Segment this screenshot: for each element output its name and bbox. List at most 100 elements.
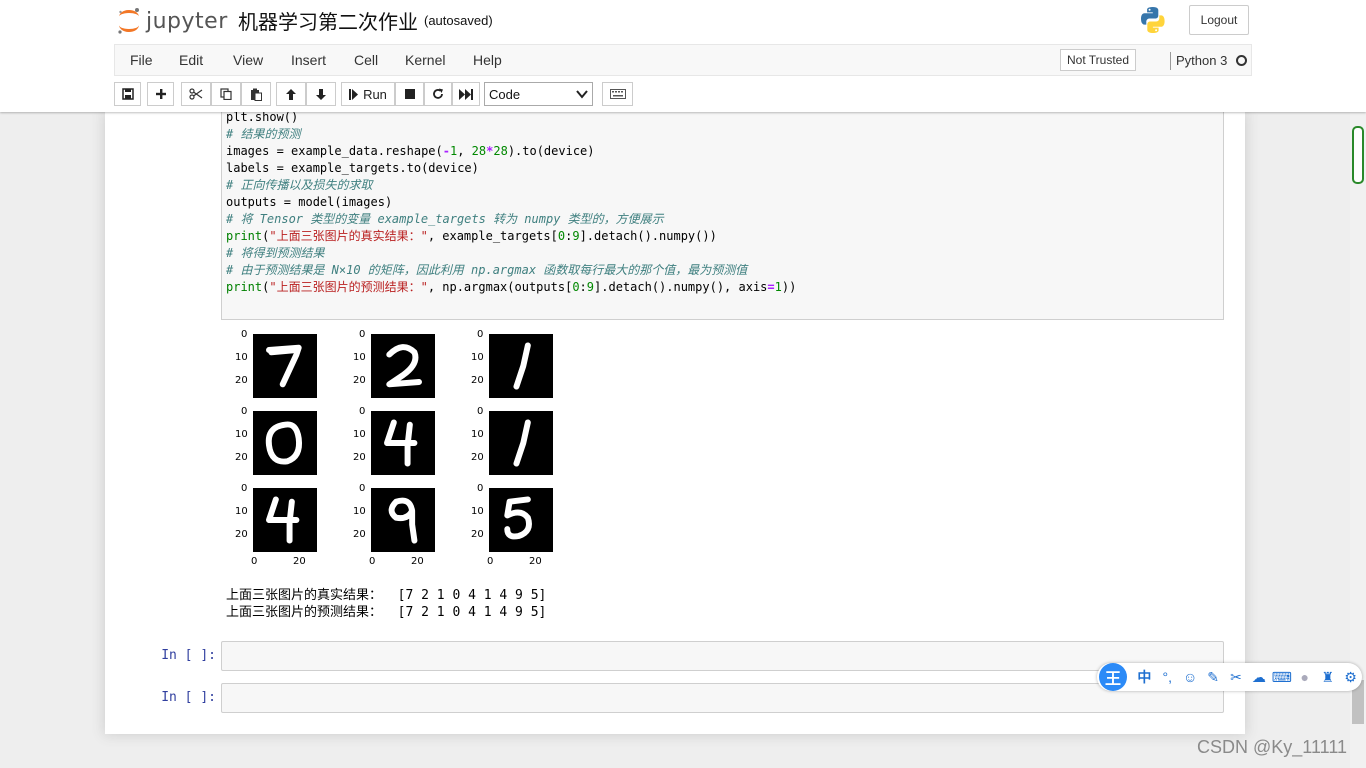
code-cell-input[interactable]: plt.show() # 结果的预测 images = example_data.r… (221, 112, 1224, 320)
shirt-icon[interactable]: ♜ (1316, 669, 1339, 686)
x-tick-label: 20 (411, 556, 424, 567)
move-down-button[interactable] (306, 82, 336, 106)
cell-type-value: Code (489, 86, 521, 102)
kernel-name[interactable]: Python 3 (1176, 53, 1227, 68)
copy-icon (220, 88, 232, 100)
code-line: # 将 Tensor 类型的变量 example_targets 转为 nump… (226, 212, 664, 226)
cell-prompt: In [ ]: (161, 690, 216, 705)
code-line: # 由于预测结果是 N×10 的矩阵，因此利用 np.argmax 函数取每行最… (226, 263, 748, 277)
punctuation-icon[interactable]: °, (1156, 669, 1179, 685)
plus-icon (155, 89, 166, 99)
python-logo-icon (1138, 5, 1168, 38)
autosave-status: (autosaved) (424, 13, 493, 28)
ime-logo[interactable]: 王 (1099, 663, 1127, 691)
digit-image (489, 334, 553, 398)
run-all-button[interactable] (452, 82, 480, 106)
not-trusted-button[interactable]: Not Trusted (1060, 49, 1137, 71)
x-tick-label: 0 (369, 556, 376, 567)
restart-button[interactable] (424, 82, 452, 106)
empty-code-cell[interactable] (221, 641, 1224, 671)
y-tick-label: 0 (359, 483, 366, 494)
move-up-button[interactable] (276, 82, 306, 106)
y-tick-label: 10 (235, 352, 248, 363)
save-button[interactable] (114, 82, 141, 106)
keyboard-icon[interactable]: ⌨ (1270, 669, 1293, 686)
y-tick-label: 0 (359, 329, 366, 340)
paste-icon (251, 88, 262, 101)
x-tick-label: 20 (529, 556, 542, 567)
run-button[interactable]: Run (341, 82, 395, 106)
code-line: plt.show() (226, 112, 299, 124)
y-tick-label: 10 (471, 506, 484, 517)
y-tick-label: 20 (471, 529, 484, 540)
command-palette-button[interactable] (602, 82, 633, 106)
paste-button[interactable] (241, 82, 271, 106)
menu-cell[interactable]: Cell (354, 52, 378, 68)
scissors-icon[interactable]: ✂ (1225, 669, 1248, 686)
digit-image (371, 411, 435, 475)
menu-view[interactable]: View (233, 52, 263, 68)
kernel-idle-indicator-icon (1236, 55, 1247, 66)
watermark: CSDN @Ky_11111 (1197, 737, 1348, 757)
notebook-title[interactable]: 机器学习第二次作业 (238, 6, 418, 35)
y-tick-label: 0 (359, 406, 366, 417)
ime-mode-toggle[interactable]: 中 (1133, 667, 1156, 687)
y-tick-label: 10 (471, 429, 484, 440)
cloud-icon[interactable]: ☁ (1247, 669, 1270, 686)
digit-image (489, 411, 553, 475)
save-icon (121, 88, 134, 100)
y-tick-label: 0 (477, 329, 484, 340)
fast-forward-icon (459, 88, 473, 100)
chevron-down-icon (576, 90, 588, 99)
y-tick-label: 20 (471, 452, 484, 463)
menu-edit[interactable]: Edit (179, 52, 203, 68)
y-tick-label: 0 (241, 329, 248, 340)
code-line: # 将得到预测结果 (226, 246, 325, 260)
kernel-separator (1170, 52, 1171, 70)
x-tick-label: 0 (251, 556, 258, 567)
user-icon[interactable]: ● (1293, 669, 1316, 685)
gear-icon[interactable]: ⚙ (1339, 669, 1362, 686)
jupyter-logo-text: jupyter (146, 8, 228, 34)
pen-icon[interactable]: ✎ (1202, 669, 1225, 686)
y-tick-label: 20 (471, 375, 484, 386)
notebook-header: jupyter 机器学习第二次作业 (autosaved) Logout Fil… (0, 0, 1366, 112)
x-tick-label: 0 (487, 556, 494, 567)
digit-image (371, 488, 435, 552)
empty-code-cell[interactable] (221, 683, 1224, 713)
code-line: print("上面三张图片的真实结果：", example_targets[0:… (226, 229, 717, 243)
cell-output: 上面三张图片的真实结果： [7 2 1 0 4 1 4 9 5] 上面三张图片的预… (226, 587, 546, 621)
y-tick-label: 20 (235, 529, 248, 540)
arrow-up-icon (286, 88, 296, 100)
digit-image (371, 334, 435, 398)
y-tick-label: 20 (353, 375, 366, 386)
menu-help[interactable]: Help (473, 52, 502, 68)
code-line: print("上面三张图片的预测结果：", np.argmax(outputs[… (226, 280, 797, 294)
output-line-pred: 上面三张图片的预测结果： [7 2 1 0 4 1 4 9 5] (226, 605, 547, 620)
y-tick-label: 0 (477, 483, 484, 494)
y-tick-label: 20 (235, 452, 248, 463)
restart-icon (433, 88, 443, 99)
y-tick-label: 10 (353, 429, 366, 440)
arrow-down-icon (316, 88, 326, 100)
code-line: images = example_data.reshape(-1, 28*28)… (226, 144, 595, 158)
code-line: labels = example_targets.to(device) (226, 161, 479, 175)
code-line: # 正向传播以及损失的求取 (226, 178, 373, 192)
menu-kernel[interactable]: Kernel (405, 52, 445, 68)
run-label: Run (363, 86, 387, 102)
copy-button[interactable] (211, 82, 241, 106)
insert-cell-button[interactable] (147, 82, 174, 106)
cut-button[interactable] (181, 82, 211, 106)
interrupt-button[interactable] (395, 82, 424, 106)
digit-image (253, 488, 317, 552)
run-icon (349, 88, 359, 100)
jupyter-logo[interactable]: jupyter (116, 5, 228, 37)
menu-file[interactable]: File (130, 52, 153, 68)
y-tick-label: 0 (241, 483, 248, 494)
emoji-icon[interactable]: ☺ (1179, 669, 1202, 685)
scroll-indicator[interactable] (1352, 126, 1364, 184)
cell-type-select[interactable]: Code (484, 82, 593, 106)
menu-insert[interactable]: Insert (291, 52, 326, 68)
code-line: # 结果的预测 (226, 127, 301, 141)
logout-button[interactable]: Logout (1189, 5, 1249, 35)
